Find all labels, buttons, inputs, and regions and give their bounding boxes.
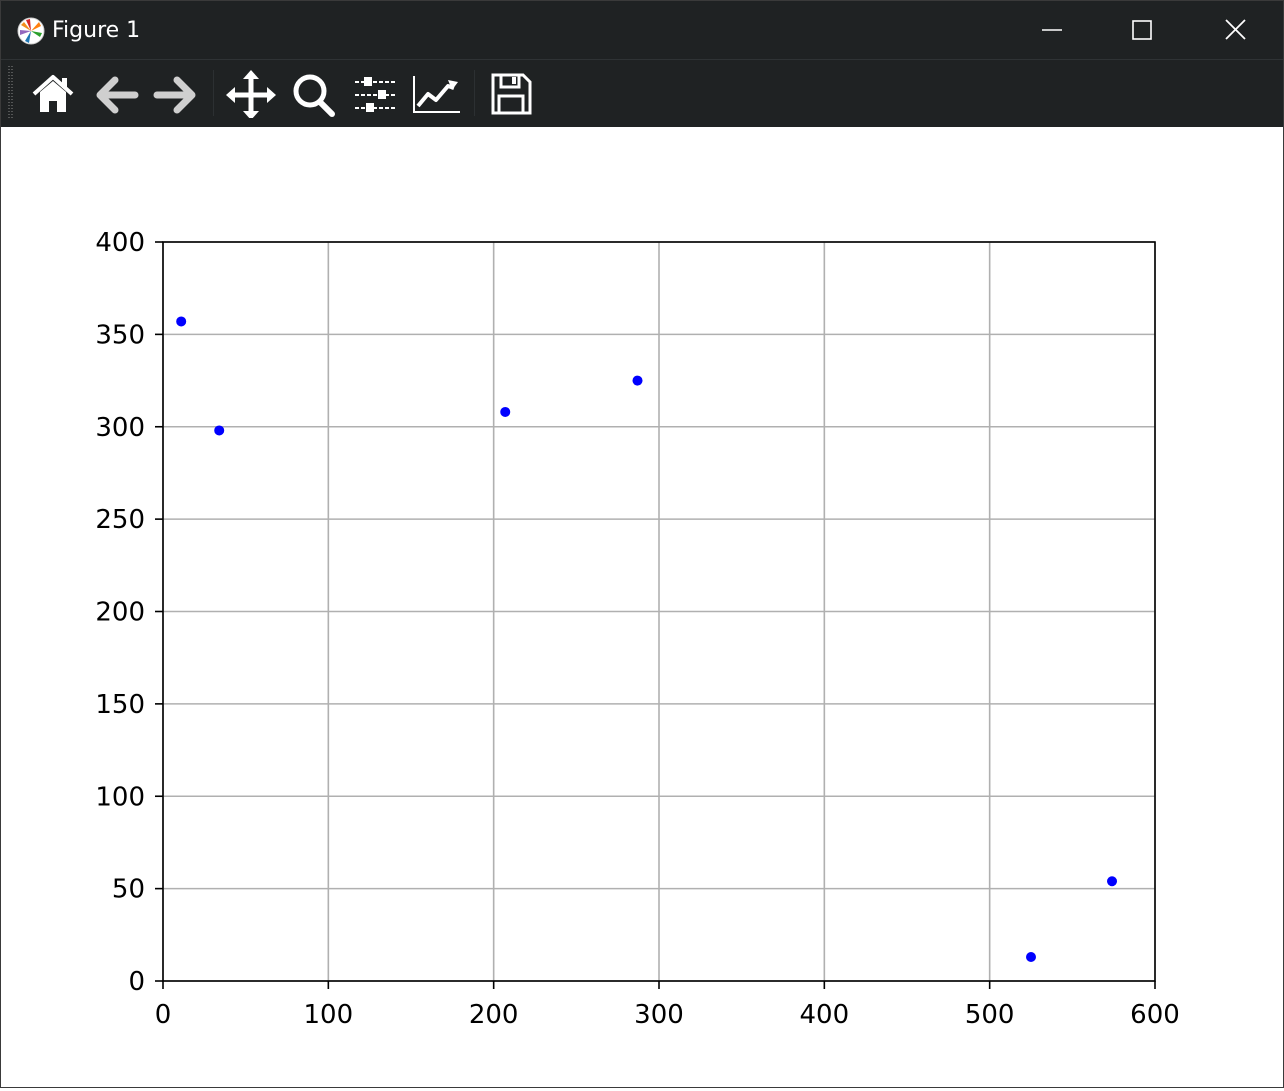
data-point — [176, 316, 187, 327]
x-tick-label: 200 — [469, 1000, 519, 1030]
y-tick-label: 250 — [95, 505, 145, 535]
pan-icon — [226, 70, 276, 118]
subplots-button[interactable] — [350, 68, 400, 118]
grid-layer — [162, 241, 1156, 982]
close-button[interactable] — [1190, 1, 1282, 59]
minimize-icon — [1042, 29, 1062, 31]
close-icon — [1225, 19, 1246, 40]
customize-button[interactable] — [411, 68, 461, 118]
y-tick-label: 400 — [95, 228, 145, 258]
x-tick-label: 0 — [155, 1000, 172, 1030]
customize-icon — [413, 76, 460, 113]
x-tick-label: 400 — [800, 1000, 850, 1030]
subplots-icon — [355, 77, 395, 112]
x-tick-label: 300 — [634, 1000, 684, 1030]
window-title: Figure 1 — [52, 18, 141, 43]
home-icon — [32, 75, 74, 112]
data-point — [500, 406, 511, 417]
forward-button[interactable] — [151, 68, 201, 118]
data-point — [632, 375, 643, 386]
y-tick-label: 0 — [128, 967, 145, 997]
maximize-icon — [1132, 20, 1152, 40]
data-point — [1107, 876, 1118, 887]
matplotlib-logo-icon — [17, 17, 45, 45]
y-tick-label: 200 — [95, 598, 145, 628]
y-tick-label: 150 — [95, 690, 145, 720]
toolbar-grip-icon[interactable] — [8, 66, 14, 120]
y-tick-label: 100 — [95, 782, 145, 812]
y-tick-label: 350 — [95, 320, 145, 350]
navigation-toolbar — [1, 59, 1283, 127]
back-icon — [96, 76, 139, 114]
back-button[interactable] — [91, 68, 141, 118]
minimize-button[interactable] — [1006, 1, 1098, 59]
zoom-icon — [293, 74, 335, 117]
data-point — [1026, 951, 1036, 962]
points-layer — [176, 316, 1118, 962]
x-tick-label: 500 — [965, 1000, 1015, 1030]
scatter-plot[interactable]: 0 100 200 300 400 500 600 0 50 100 150 200 250 300 350… — [1, 127, 1283, 1087]
figure-canvas[interactable]: 0 100 200 300 400 500 600 0 50 100 150 200 250 300 350… — [1, 127, 1283, 1087]
y-tick-label: 300 — [95, 413, 145, 443]
ticks-layer: 0 100 200 300 400 500 600 0 50 100 150 200 250 300 350… — [95, 228, 1179, 1030]
figure-window: Figure 1 0 100 200 300 400 500 600 0 50 … — [0, 0, 1284, 1088]
maximize-button[interactable] — [1097, 1, 1189, 59]
x-tick-label: 600 — [1130, 1000, 1180, 1030]
home-button[interactable] — [28, 68, 78, 118]
toolbar-separator — [213, 70, 214, 116]
save-icon — [491, 73, 532, 115]
y-tick-label: 50 — [112, 875, 145, 905]
title-bar[interactable]: Figure 1 — [1, 1, 1283, 59]
data-point — [214, 425, 225, 436]
toolbar-separator — [474, 70, 475, 116]
x-tick-label: 100 — [304, 1000, 354, 1030]
pan-button[interactable] — [226, 68, 276, 118]
save-button[interactable] — [486, 68, 536, 118]
forward-icon — [153, 76, 196, 114]
zoom-button[interactable] — [288, 68, 338, 118]
